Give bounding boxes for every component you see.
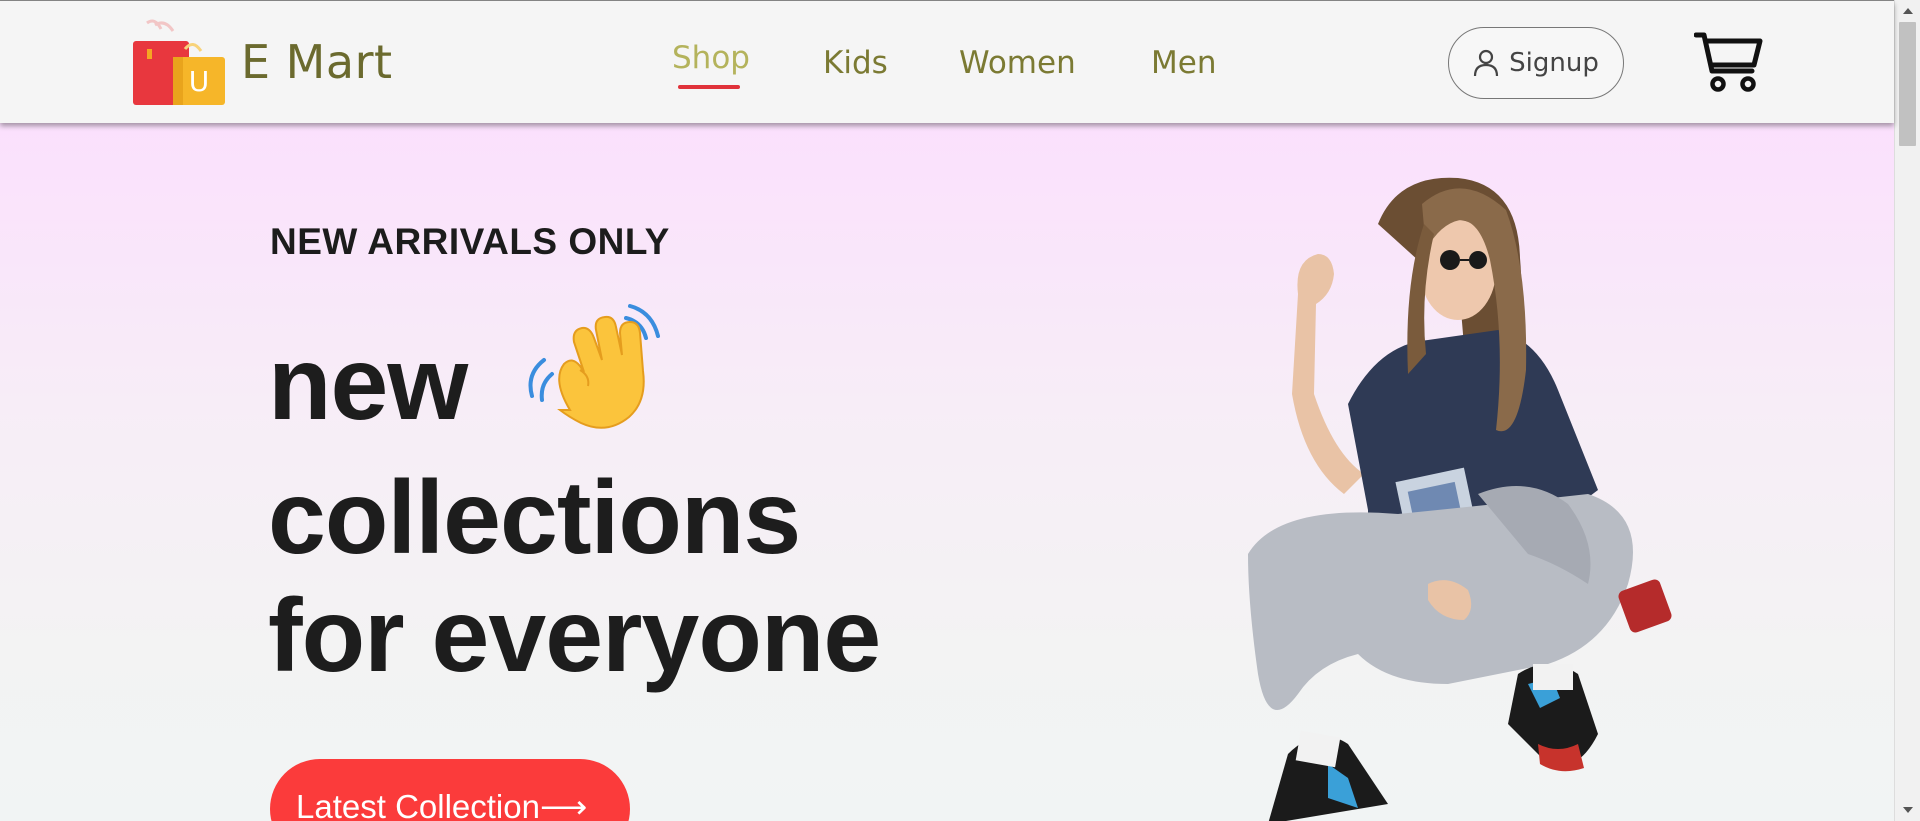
arrow-right-icon: ⟶	[539, 788, 588, 821]
shopping-bag-logo-icon[interactable]: U	[133, 19, 225, 105]
navbar: U E Mart Shop Kids Women Men Signup	[0, 1, 1894, 123]
hero-headline-line1: new	[268, 326, 468, 442]
nav-active-underline	[678, 85, 740, 89]
scrollbar-thumb[interactable]	[1899, 22, 1916, 146]
latest-collection-button[interactable]: Latest Collection⟶	[270, 759, 630, 821]
user-icon	[1474, 49, 1499, 77]
vertical-scrollbar[interactable]	[1894, 0, 1920, 821]
scroll-up-arrow-icon[interactable]	[1903, 8, 1913, 14]
hero-headline-line2: collections	[268, 460, 801, 576]
shopping-cart-icon[interactable]	[1694, 29, 1764, 93]
logo-letter: U	[189, 65, 210, 98]
hero-kicker: NEW ARRIVALS ONLY	[270, 221, 670, 262]
brand-name[interactable]: E Mart	[241, 35, 393, 89]
nav-item-women[interactable]: Women	[959, 45, 1076, 81]
fashion-model-image	[1248, 177, 1672, 821]
signup-button[interactable]: Signup	[1448, 27, 1624, 99]
hero-headline-line3: for everyone	[268, 578, 881, 694]
cta-label: Latest Collection	[296, 788, 540, 821]
nav-item-men[interactable]: Men	[1151, 45, 1216, 81]
waving-hand-icon	[528, 304, 660, 429]
nav-item-shop[interactable]: Shop	[672, 40, 750, 76]
nav-item-kids[interactable]: Kids	[823, 45, 888, 81]
signup-label: Signup	[1509, 48, 1599, 78]
scroll-down-arrow-icon[interactable]	[1903, 807, 1913, 813]
